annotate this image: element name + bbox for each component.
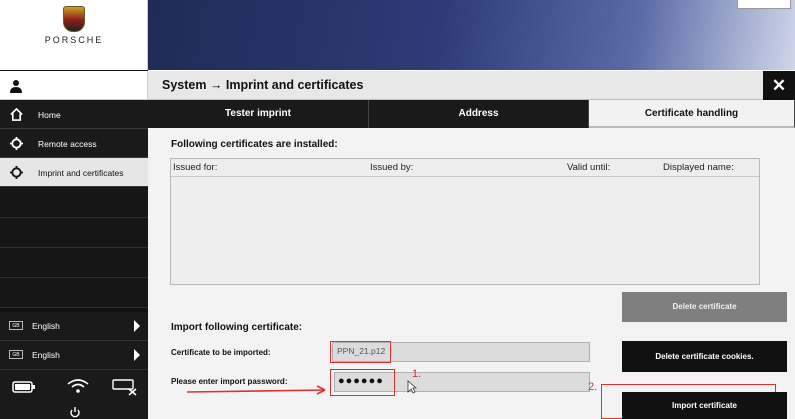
delete-certificate-cookies-button[interactable]: Delete certificate cookies. — [622, 341, 787, 372]
home-icon — [10, 108, 23, 121]
divider — [171, 176, 759, 177]
sidebar-empty-row — [0, 188, 148, 218]
column-header: Issued for: — [173, 162, 218, 173]
window-edge — [737, 0, 791, 9]
sidebar-item-remote-access[interactable]: Remote access — [0, 129, 148, 158]
chevron-right-icon — [134, 349, 140, 361]
flag-icon: GB — [9, 321, 23, 330]
mouse-cursor-icon — [407, 380, 417, 394]
tab-certificate-handling[interactable]: Certificate handling — [589, 100, 795, 128]
red-arrow-annotation — [186, 385, 326, 395]
device-disconnected-icon — [112, 379, 137, 396]
import-password-value: ●●●●●● — [338, 375, 384, 387]
column-header: Displayed name: — [663, 162, 734, 173]
certificates-table[interactable]: Issued for: Issued by: Valid until: Disp… — [170, 158, 760, 285]
sidebar-item-label: Remote access — [38, 139, 97, 149]
page-title: System → Imprint and certificates — [162, 78, 364, 92]
tab-address[interactable]: Address — [369, 100, 589, 128]
battery-icon — [12, 381, 35, 393]
chevron-right-icon — [134, 320, 140, 332]
column-header: Valid until: — [567, 162, 611, 173]
sidebar-empty-row — [0, 218, 148, 248]
language-selector[interactable]: GB English — [0, 312, 148, 341]
wifi-icon — [67, 379, 89, 393]
title-bar: System → Imprint and certificates ✕ — [148, 71, 795, 100]
step-2-annotation: 2. — [588, 381, 598, 393]
sidebar-empty-row — [0, 278, 148, 308]
gear-icon — [10, 137, 23, 150]
flag-icon: GB — [9, 350, 23, 359]
language-label: English — [32, 321, 60, 331]
file-label: Certificate to be imported: — [171, 348, 271, 357]
import-certificate-heading: Import following certificate: — [171, 322, 303, 333]
header-banner-image — [148, 0, 795, 70]
brand-name: PORSCHE — [44, 35, 104, 45]
certificate-file-value: PPN_21.p12 — [337, 346, 386, 356]
user-row[interactable] — [0, 71, 148, 100]
tab-tester-imprint[interactable]: Tester imprint — [148, 100, 369, 128]
sidebar-item-imprint-certificates[interactable]: Imprint and certificates — [0, 158, 148, 187]
porsche-crest-logo — [63, 6, 85, 32]
step-1-annotation: 1. — [412, 368, 422, 380]
logo-area: PORSCHE — [0, 0, 148, 70]
power-icon — [70, 407, 80, 418]
status-bar — [0, 370, 148, 419]
language-label: English — [32, 350, 60, 360]
language-selector[interactable]: GB English — [0, 341, 148, 370]
close-button[interactable]: ✕ — [763, 71, 795, 100]
sidebar-empty-row — [0, 248, 148, 278]
import-certificate-button[interactable]: Import certificate — [622, 392, 787, 419]
delete-certificate-button[interactable]: Delete certificate — [622, 292, 787, 322]
column-header: Issued by: — [370, 162, 414, 173]
gear-icon — [10, 166, 23, 179]
user-icon — [10, 80, 22, 93]
sidebar-item-label: Imprint and certificates — [38, 168, 124, 178]
installed-certificates-heading: Following certificates are installed: — [171, 139, 338, 150]
sidebar-item-home[interactable]: Home — [0, 100, 148, 129]
sidebar-item-label: Home — [38, 110, 61, 120]
